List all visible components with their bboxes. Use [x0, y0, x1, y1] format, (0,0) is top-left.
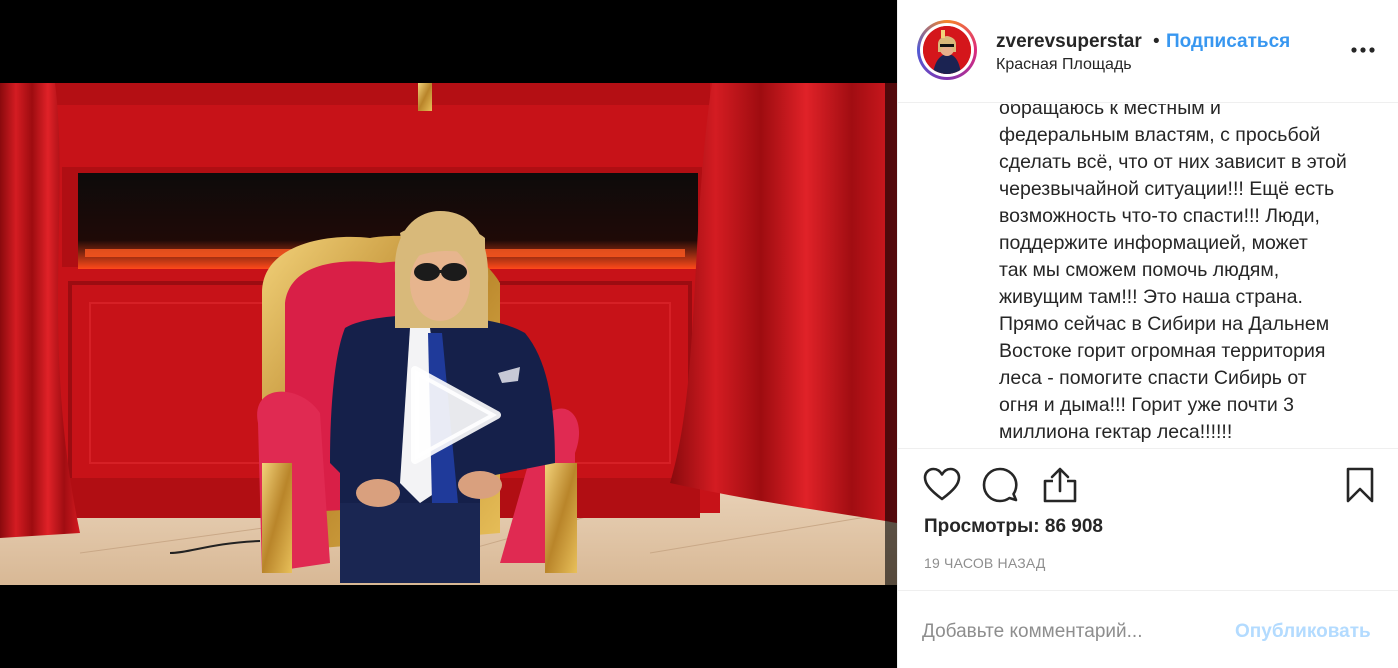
media-pane [0, 0, 897, 668]
views-label: Просмотры: [924, 516, 1040, 537]
play-icon [411, 366, 501, 464]
play-button[interactable] [405, 365, 505, 465]
post-timestamp[interactable]: 19 ЧАСОВ НАЗАД [924, 555, 1046, 571]
avatar-image [923, 26, 971, 74]
comment-input[interactable] [922, 617, 1222, 647]
follow-button[interactable]: Подписаться [1166, 31, 1290, 53]
speech-bubble-icon [982, 467, 1018, 503]
comment-bar: Опубликовать [898, 590, 1398, 668]
post-sidebar: zverevsuperstar • Подписаться Красная Пл… [897, 0, 1398, 668]
views-count[interactable]: Просмотры: 86 908 [924, 516, 1103, 538]
like-button[interactable] [922, 465, 962, 505]
bookmark-icon [1346, 467, 1374, 503]
publish-button[interactable]: Опубликовать [1235, 621, 1371, 643]
location-link[interactable]: Красная Площадь [996, 56, 1132, 74]
share-button[interactable] [1040, 465, 1080, 505]
heart-icon [923, 467, 961, 501]
post-caption: обращаюсь к местным и федеральным властя… [999, 104, 1347, 443]
video-player[interactable] [0, 83, 897, 585]
save-button[interactable] [1340, 465, 1380, 505]
post-header: zverevsuperstar • Подписаться Красная Пл… [898, 0, 1398, 103]
views-number: 86 908 [1044, 516, 1103, 537]
avatar[interactable] [917, 20, 977, 80]
caption-area[interactable]: обращаюсь к местным и федеральным властя… [898, 104, 1398, 448]
separator-dot: • [1153, 31, 1160, 52]
more-options-icon[interactable] [1350, 42, 1376, 58]
username-link[interactable]: zverevsuperstar [996, 31, 1142, 53]
share-icon [1043, 467, 1077, 503]
comment-button[interactable] [980, 465, 1020, 505]
video-still [0, 83, 897, 585]
